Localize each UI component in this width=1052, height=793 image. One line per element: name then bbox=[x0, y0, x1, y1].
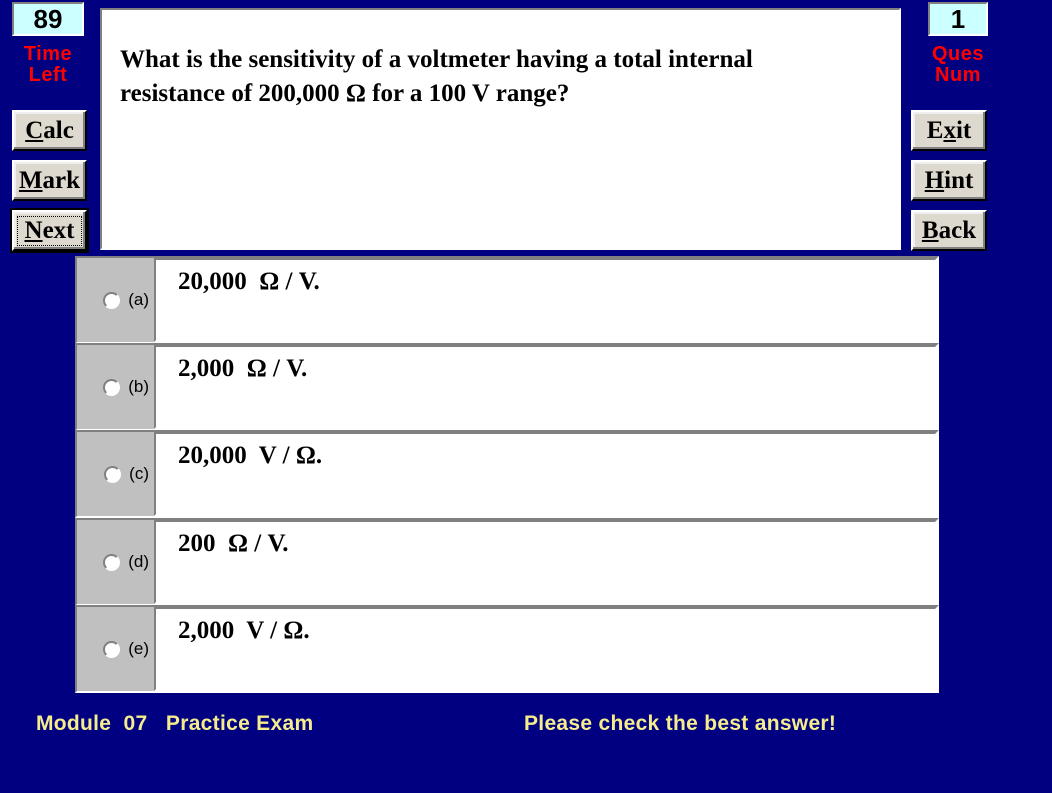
radio-button-icon[interactable] bbox=[103, 640, 121, 658]
option-body[interactable]: 20,000 Ω / V. bbox=[154, 258, 937, 342]
option-body[interactable]: 2,000 Ω / V. bbox=[154, 345, 937, 429]
time-left-display: 89 bbox=[12, 2, 84, 36]
radio-button-icon[interactable] bbox=[103, 553, 121, 571]
question-number-label-line2: Num bbox=[935, 64, 981, 86]
option-letter: (b) bbox=[128, 377, 149, 396]
question-text: What is the sensitivity of a voltmeter h… bbox=[120, 46, 753, 107]
question-number-label: Ques Num bbox=[918, 44, 998, 86]
exit-label-rest: it bbox=[955, 116, 972, 144]
calc-button[interactable]: Calc bbox=[12, 110, 87, 151]
next-button[interactable]: Next bbox=[10, 208, 89, 253]
option-selector-e[interactable]: (e) bbox=[77, 607, 152, 691]
question-panel: What is the sensitivity of a voltmeter h… bbox=[100, 8, 901, 250]
calc-button-label: Calc bbox=[25, 117, 74, 145]
hint-button[interactable]: Hint bbox=[911, 160, 987, 201]
option-row[interactable]: (e) 2,000 V / Ω. bbox=[75, 605, 939, 693]
calc-label-rest: alc bbox=[43, 116, 74, 144]
exit-label-pre: E bbox=[926, 116, 944, 144]
back-button-label: Back bbox=[922, 217, 976, 245]
hint-label-rest: int bbox=[944, 166, 974, 194]
hint-button-label: Hint bbox=[925, 167, 974, 195]
time-left-label-line2: Left bbox=[28, 64, 68, 86]
option-text: 20,000 Ω / V. bbox=[178, 268, 320, 295]
option-letter: (c) bbox=[129, 464, 149, 483]
time-left-label-line1: Time bbox=[23, 43, 73, 65]
option-row[interactable]: (b) 2,000 Ω / V. bbox=[75, 343, 939, 431]
option-row[interactable]: (a) 20,000 Ω / V. bbox=[75, 256, 939, 344]
question-number-display: 1 bbox=[928, 2, 988, 36]
option-body[interactable]: 2,000 V / Ω. bbox=[154, 607, 937, 691]
time-left-value: 89 bbox=[33, 3, 63, 34]
option-text: 2,000 V / Ω. bbox=[178, 617, 310, 644]
radio-button-icon[interactable] bbox=[103, 291, 121, 309]
option-body[interactable]: 200 Ω / V. bbox=[154, 520, 937, 604]
option-text: 200 Ω / V. bbox=[178, 530, 289, 557]
option-text: 2,000 Ω / V. bbox=[178, 355, 308, 382]
option-selector-c[interactable]: (c) bbox=[77, 432, 152, 516]
mark-button[interactable]: Mark bbox=[12, 160, 87, 201]
back-button[interactable]: Back bbox=[911, 210, 987, 251]
instruction-label: Please check the best answer! bbox=[524, 712, 837, 735]
option-text: 20,000 V / Ω. bbox=[178, 442, 323, 469]
option-letter: (e) bbox=[128, 639, 149, 658]
next-label-rest: ext bbox=[42, 216, 75, 244]
back-label-rest: ack bbox=[938, 216, 977, 244]
option-selector-a[interactable]: (a) bbox=[77, 258, 152, 342]
calc-accel-letter: C bbox=[25, 116, 44, 144]
option-letter: (a) bbox=[128, 290, 149, 309]
hint-accel-letter: H bbox=[924, 166, 945, 194]
exit-button[interactable]: Exit bbox=[911, 110, 987, 151]
mark-button-label: Mark bbox=[19, 167, 80, 195]
mark-label-rest: ark bbox=[42, 166, 81, 194]
exit-button-label: Exit bbox=[927, 117, 971, 145]
option-row[interactable]: (d) 200 Ω / V. bbox=[75, 518, 939, 606]
option-body[interactable]: 20,000 V / Ω. bbox=[154, 432, 937, 516]
question-number-value: 1 bbox=[950, 3, 966, 34]
radio-button-icon[interactable] bbox=[103, 378, 121, 396]
next-focus-ring: Next bbox=[16, 215, 83, 246]
option-selector-b[interactable]: (b) bbox=[77, 345, 152, 429]
mark-accel-letter: M bbox=[18, 166, 43, 194]
radio-button-icon[interactable] bbox=[104, 465, 122, 483]
next-accel-letter: N bbox=[24, 216, 43, 244]
question-number-label-line1: Ques bbox=[931, 43, 985, 65]
option-row[interactable]: (c) 20,000 V / Ω. bbox=[75, 430, 939, 518]
option-letter: (d) bbox=[128, 552, 149, 571]
module-label: Module 07 Practice Exam bbox=[36, 712, 314, 735]
back-accel-letter: B bbox=[921, 216, 939, 244]
option-selector-d[interactable]: (d) bbox=[77, 520, 152, 604]
time-left-label: Time Left bbox=[12, 44, 84, 86]
exit-accel-letter: x bbox=[943, 116, 956, 144]
